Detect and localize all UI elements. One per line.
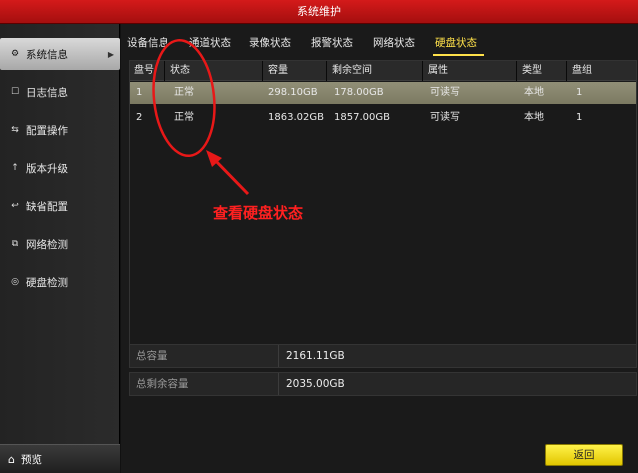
sidebar-item-network-check[interactable]: ⧉ 网络检测 [0,228,120,260]
total-capacity-label: 总容量 [136,350,168,362]
disk-capacity: 1863.02GB [268,112,324,123]
disk-number: 1 [136,87,143,98]
total-free-label: 总剩余容量 [136,378,189,390]
disk-capacity: 298.10GB [268,87,318,98]
sidebar-item-default-config[interactable]: ↩ 缺省配置 [0,190,120,222]
column-header: 状态 [170,65,190,76]
disk-status: 正常 [174,112,194,123]
chevron-right-icon: ▶ [107,49,114,59]
sidebar-item-upgrade[interactable]: ↑ 版本升级 [0,152,120,184]
tab-bar: 设备信息 通道状态 录像状态 报警状态 网络状态 硬盘状态 [121,24,638,58]
disk-icon: ◎ [11,277,19,287]
disk-group: 1 [576,112,583,123]
disk-free-space: 1857.00GB [334,112,390,123]
home-icon: ⌂ [8,452,15,466]
disk-attribute: 可读写 [430,87,460,98]
sidebar: ⚙ 系统信息 ▶ ☐ 日志信息 ⇆ 配置操作 ↑ 版本升级 ↩ 缺省配置 ⧉ 网… [0,24,120,473]
capacity-summary: 总容量 2161.11GB 总剩余容量 2035.00GB [129,344,637,396]
sidebar-item-label: 版本升级 [26,162,68,175]
preview-label: 预览 [20,453,42,466]
disk-type: 本地 [524,87,544,98]
total-free-value: 2035.00GB [286,378,345,390]
column-header: 容量 [268,65,288,76]
sidebar-item-config-ops[interactable]: ⇆ 配置操作 [0,114,120,146]
total-capacity-value: 2161.11GB [286,350,345,362]
active-tab-indicator [433,54,484,56]
column-header: 盘组 [572,65,592,76]
sidebar-item-label: 网络检测 [26,238,68,251]
table-row[interactable]: 2 正常 1863.02GB 1857.00GB 可读写 本地 1 [130,107,636,129]
tab-device-info[interactable]: 设备信息 [127,35,169,50]
disk-type: 本地 [524,112,544,123]
tab-network-status[interactable]: 网络状态 [373,35,415,50]
config-icon: ⇆ [11,125,19,135]
upgrade-icon: ↑ [11,163,19,173]
back-button[interactable]: 返回 [545,444,623,466]
gear-icon: ⚙ [10,49,20,59]
sidebar-item-system-info[interactable]: ⚙ 系统信息 ▶ [0,38,120,70]
sidebar-item-label: 硬盘检测 [26,276,68,289]
tab-alarm-status[interactable]: 报警状态 [311,35,353,50]
disk-status: 正常 [174,87,194,98]
total-free-row: 总剩余容量 2035.00GB [129,372,637,396]
main-panel: 设备信息 通道状态 录像状态 报警状态 网络状态 硬盘状态 盘号 状态 容量 剩… [121,24,638,473]
column-header: 盘号 [134,65,154,76]
sidebar-item-label: 系统信息 [26,48,68,61]
column-header: 属性 [428,65,448,76]
log-icon: ☐ [10,87,20,97]
network-icon: ⧉ [11,239,19,249]
sidebar-item-disk-check[interactable]: ◎ 硬盘检测 [0,266,120,298]
total-capacity-row: 总容量 2161.11GB [129,344,637,368]
disk-free-space: 178.00GB [334,87,384,98]
sidebar-item-log-info[interactable]: ☐ 日志信息 [0,76,120,108]
tab-channel-status[interactable]: 通道状态 [189,35,231,50]
disk-group: 1 [576,87,583,98]
sidebar-item-label: 缺省配置 [26,200,68,213]
annotation-label: 查看硬盘状态 [213,204,304,222]
column-header: 类型 [522,65,542,76]
preview-button[interactable]: ⌂ 预览 [0,444,120,473]
disk-number: 2 [136,112,143,123]
disk-table: 盘号 状态 容量 剩余空间 属性 类型 盘组 1 正常 298.10GB 178… [129,60,637,360]
tab-record-status[interactable]: 录像状态 [249,35,291,50]
tab-disk-status[interactable]: 硬盘状态 [435,35,477,50]
column-header: 剩余空间 [332,65,372,76]
default-config-icon: ↩ [11,201,19,211]
table-header: 盘号 状态 容量 剩余空间 属性 类型 盘组 [130,61,636,81]
window-title: 系统维护 [0,0,638,24]
sidebar-item-label: 日志信息 [26,86,68,99]
table-row[interactable]: 1 正常 298.10GB 178.00GB 可读写 本地 1 [130,82,636,104]
sidebar-item-label: 配置操作 [26,124,68,137]
disk-attribute: 可读写 [430,112,460,123]
